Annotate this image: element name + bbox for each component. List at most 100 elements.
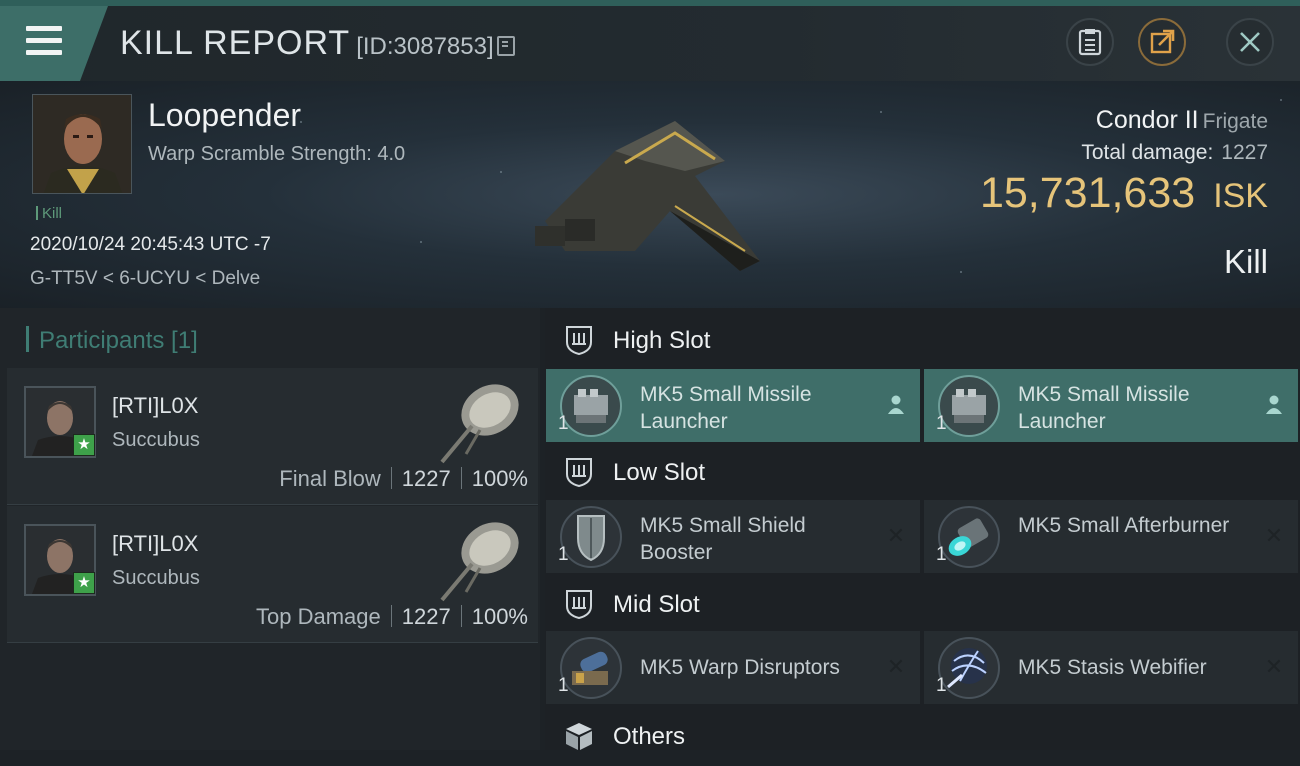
high-slot-title: High Slot: [613, 327, 711, 354]
star-badge-icon: ★: [73, 572, 95, 594]
page-title: KILL REPORT [ID:3087853]: [120, 24, 515, 63]
total-damage-value: 1227: [1221, 141, 1268, 164]
user-icon[interactable]: [1262, 393, 1286, 417]
succubus-ship-image: [440, 522, 519, 602]
total-damage: Total damage: 1227: [1081, 141, 1268, 165]
module-name: MK5 Small Afterburner: [1018, 514, 1230, 537]
others-header: Others: [545, 706, 1300, 766]
participant-ship: Succubus: [112, 567, 200, 589]
isk-unit: ISK: [1213, 177, 1268, 215]
star: [1280, 99, 1282, 101]
module-item[interactable]: 1 MK5 Small Missile Launcher: [924, 369, 1298, 442]
module-item[interactable]: 1 MK5 Small Afterburner ✕: [924, 500, 1298, 573]
destroyed-icon[interactable]: ✕: [884, 524, 908, 548]
close-button[interactable]: [1226, 18, 1274, 66]
participant-percent: 100%: [471, 466, 528, 491]
clipboard-button[interactable]: [1066, 18, 1114, 66]
victim-name[interactable]: Loopender: [148, 97, 301, 134]
destroyed-icon[interactable]: ✕: [884, 655, 908, 679]
participant-name[interactable]: [RTI]L0X: [112, 393, 198, 419]
pilot-portrait-icon: [33, 95, 131, 193]
mid-slot-title: Mid Slot: [613, 591, 700, 618]
missile-launcher-icon: [938, 375, 1000, 437]
kill-datetime: 2020/10/24 20:45:43 UTC -7: [30, 234, 271, 255]
module-quantity: 1: [558, 413, 569, 434]
ship-class: Frigate: [1202, 110, 1268, 133]
kill-location: G-TT5V < 6-UCYU < Delve: [30, 268, 261, 289]
module-name: MK5 Warp Disruptors: [640, 656, 840, 679]
result-label: Kill: [1223, 243, 1268, 280]
isk-amount: 15,731,633: [979, 169, 1196, 217]
low-slot-title: Low Slot: [613, 459, 706, 486]
fitting-panel: High Slot 1 MK5 Small Missile Launcher 1…: [545, 308, 1300, 750]
hamburger-icon-bar: [26, 50, 62, 55]
destroyed-icon[interactable]: ✕: [1262, 655, 1286, 679]
victim-portrait[interactable]: [32, 94, 132, 194]
total-damage-label: Total damage:: [1081, 141, 1214, 164]
menu-button[interactable]: [0, 6, 108, 81]
module-name: MK5 Small Missile Launcher: [640, 383, 812, 433]
star: [880, 111, 882, 113]
participant-role: Final Blow: [279, 466, 381, 491]
module-quantity: 1: [936, 544, 947, 565]
missile-launcher-icon: [560, 375, 622, 437]
module-name: MK5 Small Shield Booster: [640, 514, 806, 564]
others-title: Others: [613, 723, 686, 750]
destroyed-icon[interactable]: ✕: [1262, 524, 1286, 548]
share-button[interactable]: [1138, 18, 1186, 66]
participant-row[interactable]: ★ [RTI]L0X Succubus Final Blow 1227 100%: [7, 368, 538, 505]
participant-damage: 1227: [401, 604, 451, 629]
participant-stats: Final Blow 1227 100%: [279, 466, 528, 492]
module-item[interactable]: 1 MK5 Stasis Webifier ✕: [924, 631, 1298, 704]
participant-row[interactable]: ★ [RTI]L0X Succubus Top Damage 1227 100%: [7, 506, 538, 643]
warp-scramble-strength: Warp Scramble Strength: 4.0: [148, 143, 406, 165]
participant-name[interactable]: [RTI]L0X: [112, 531, 198, 557]
module-item[interactable]: 1 MK5 Small Shield Booster ✕: [546, 500, 920, 573]
star: [500, 171, 502, 173]
module-quantity: 1: [558, 544, 569, 565]
module-quantity: 1: [936, 413, 947, 434]
kill-tag: Kill: [36, 205, 62, 222]
slot-shield-icon: [566, 326, 592, 356]
user-icon[interactable]: [884, 393, 908, 417]
report-id: [ID:3087853]: [356, 33, 494, 60]
stasis-webifier-icon: [938, 637, 1000, 699]
participant-percent: 100%: [471, 604, 528, 629]
star: [420, 241, 422, 243]
module-item[interactable]: 1 MK5 Warp Disruptors ✕: [546, 631, 920, 704]
copy-icon[interactable]: [496, 36, 515, 56]
isk-value: 15,731,633 ISK: [980, 169, 1268, 218]
cube-icon: [566, 723, 592, 750]
victim-ship[interactable]: Condor II Frigate: [1096, 106, 1268, 135]
divider: [390, 605, 392, 627]
module-name: MK5 Small Missile Launcher: [1018, 383, 1190, 433]
participants-header[interactable]: Participants [1]: [26, 326, 198, 355]
header-bar: KILL REPORT [ID:3087853]: [0, 6, 1300, 81]
ship-name: Condor II: [1095, 106, 1199, 134]
mid-slot-header: Mid Slot: [545, 574, 1300, 634]
slot-shield-icon: [566, 590, 592, 620]
low-slot-header: Low Slot: [545, 442, 1300, 502]
hamburger-icon: [26, 26, 62, 31]
star-badge-icon: ★: [73, 434, 95, 456]
participant-damage: 1227: [401, 466, 451, 491]
module-item[interactable]: 1 MK5 Small Missile Launcher: [546, 369, 920, 442]
divider: [390, 467, 392, 489]
page-title-text: KILL REPORT: [120, 24, 351, 62]
module-name: MK5 Stasis Webifier: [1018, 656, 1207, 679]
participant-ship: Succubus: [112, 429, 200, 451]
participants-panel: Participants [1] ★ [RTI]L0X Succubus Fin…: [0, 308, 540, 750]
victim-summary: Loopender Warp Scramble Strength: 4.0 Ki…: [0, 81, 1300, 308]
close-icon: [1240, 32, 1260, 52]
divider: [460, 605, 462, 627]
participant-role: Top Damage: [256, 604, 381, 629]
afterburner-icon: [938, 506, 1000, 568]
module-quantity: 1: [558, 675, 569, 696]
condor-ship-image: [535, 121, 760, 271]
shield-booster-icon: [560, 506, 622, 568]
share-icon: [1150, 29, 1175, 54]
clipboard-icon: [1078, 29, 1102, 56]
high-slot-header: High Slot: [545, 310, 1300, 370]
hamburger-icon-bar: [26, 38, 62, 43]
slot-shield-icon: [566, 458, 592, 488]
